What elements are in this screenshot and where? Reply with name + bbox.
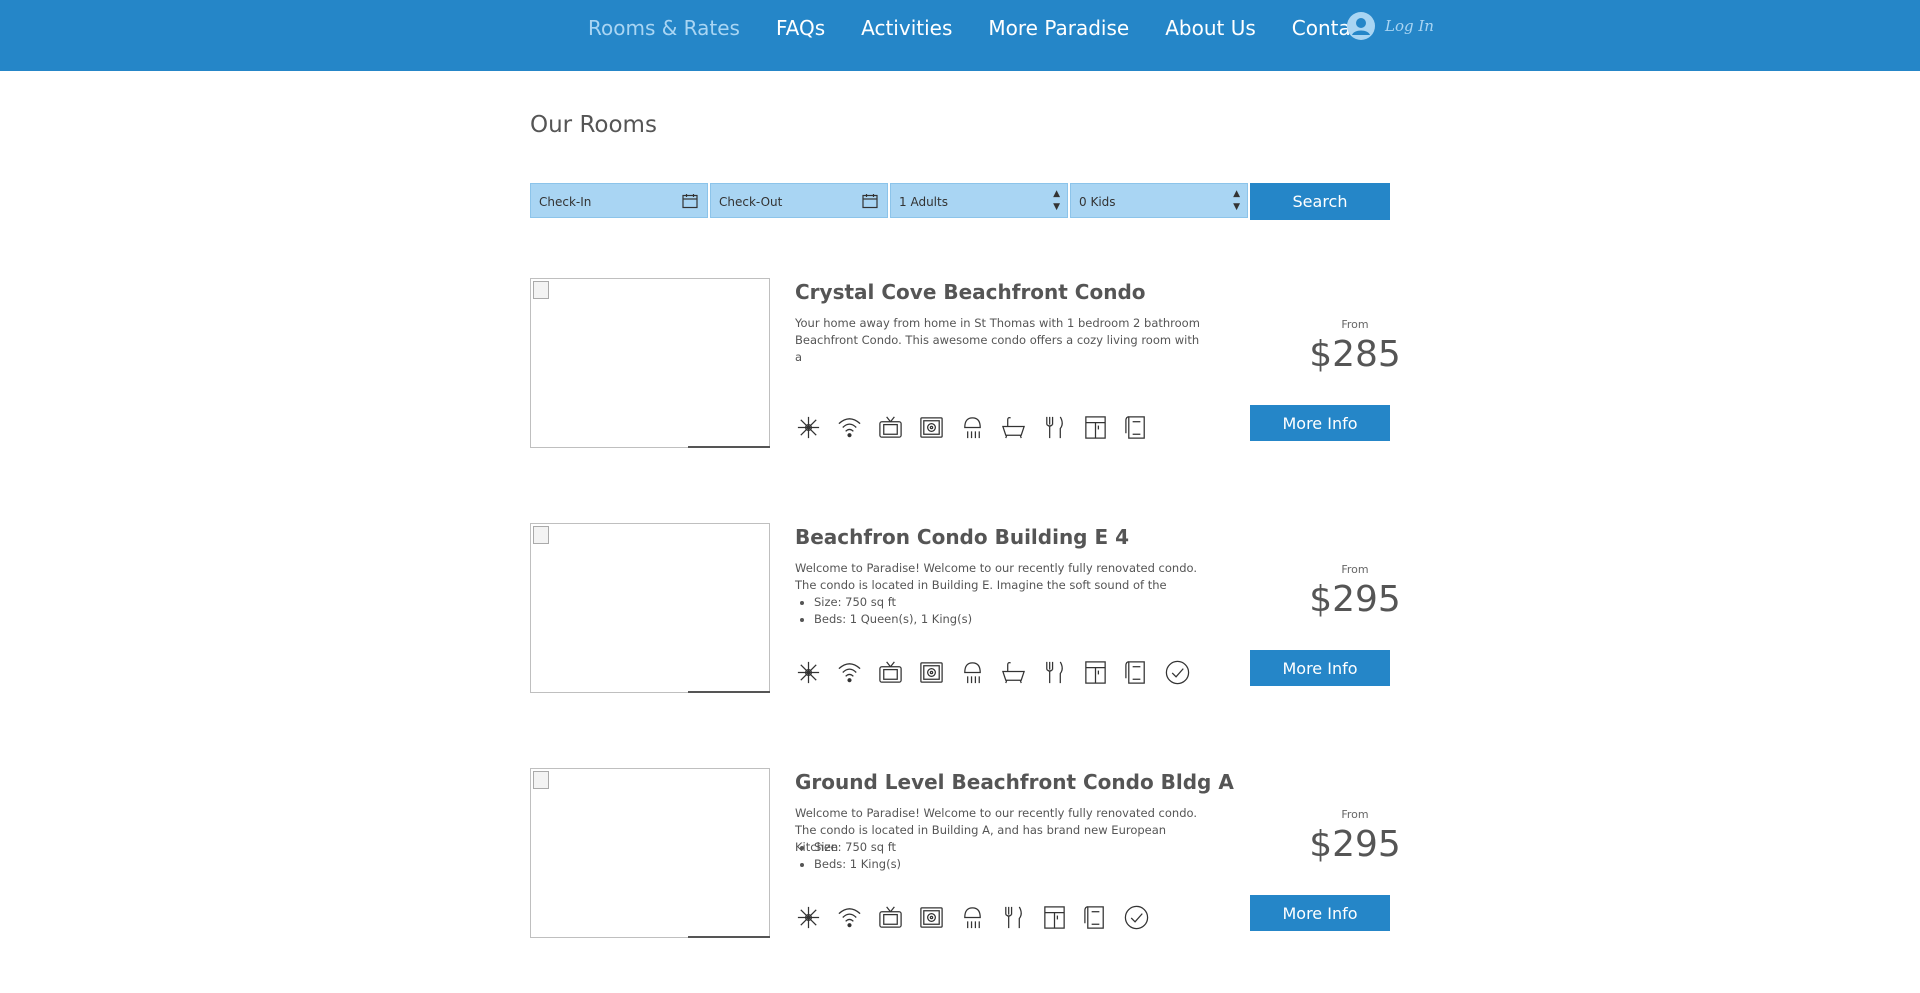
room-description: Welcome to Paradise! Welcome to our rece… [795, 561, 1197, 592]
checkmark-icon [1165, 660, 1190, 685]
image-underline [688, 446, 770, 448]
top-navigation-bar: Rooms & Rates FAQs Activities More Parad… [0, 0, 1920, 71]
amenities-list [795, 659, 1205, 686]
broken-image-icon [533, 771, 549, 789]
price-from-label: From [1341, 808, 1369, 821]
towel-icon [1125, 416, 1145, 439]
kids-stepper[interactable]: 0 Kids ▲ ▼ [1070, 183, 1248, 218]
room-details-list: Size: 750 sq ft Beds: 1 King(s) [795, 839, 901, 873]
tv-icon [879, 661, 902, 683]
checkout-label: Check-Out [719, 195, 783, 209]
image-underline [688, 936, 770, 938]
calendar-icon [682, 194, 698, 209]
room-title[interactable]: Ground Level Beachfront Condo Bldg A [795, 770, 1234, 794]
login-button[interactable]: Log In [1347, 12, 1434, 40]
room-beds: Beds: 1 Queen(s), 1 King(s) [814, 611, 972, 628]
nav-rooms-rates[interactable]: Rooms & Rates [588, 16, 740, 40]
page-title: Our Rooms [530, 112, 657, 138]
price-from-label: From [1341, 563, 1369, 576]
fridge-icon [1085, 416, 1106, 439]
checkin-label: Check-In [539, 195, 592, 209]
booking-search-bar: Check-In Check-Out 1 Adults ▲ ▼ 0 Kids ▲ ▼… [530, 183, 1390, 220]
checkout-field[interactable]: Check-Out [710, 183, 888, 218]
wifi-icon [838, 663, 861, 683]
room-price: $285 [1309, 334, 1401, 375]
adults-value: 1 Adults [899, 195, 948, 209]
fridge-icon [1044, 906, 1065, 929]
safe-icon [920, 907, 943, 928]
room-size: Size: 750 sq ft [814, 839, 901, 856]
nav-about-us[interactable]: About Us [1165, 16, 1256, 40]
user-avatar-icon [1347, 12, 1375, 40]
room-title[interactable]: Beachfron Condo Building E 4 [795, 525, 1129, 549]
room-image[interactable] [530, 768, 770, 938]
nav-faqs[interactable]: FAQs [776, 16, 825, 40]
room-card: Crystal Cove Beachfront Condo Your home … [530, 278, 1401, 450]
room-size: Size: 750 sq ft [814, 594, 972, 611]
kitchen-utensils-icon [1046, 661, 1063, 684]
safe-icon [920, 662, 943, 683]
shower-icon [964, 417, 981, 439]
more-info-button[interactable]: More Info [1250, 650, 1390, 686]
wifi-icon [838, 908, 861, 928]
search-button[interactable]: Search [1250, 183, 1390, 220]
shower-icon [964, 662, 981, 684]
spinner-arrows-icon[interactable]: ▲ ▼ [1233, 188, 1240, 214]
more-info-button[interactable]: More Info [1250, 895, 1390, 931]
towel-icon [1084, 906, 1104, 929]
adults-stepper[interactable]: 1 Adults ▲ ▼ [890, 183, 1068, 218]
price-from-label: From [1341, 318, 1369, 331]
room-card: Beachfron Condo Building E 4 Welcome to … [530, 523, 1401, 695]
more-info-button[interactable]: More Info [1250, 405, 1390, 441]
room-price: $295 [1309, 824, 1401, 865]
amenities-list [795, 414, 1164, 441]
login-label: Log In [1385, 17, 1434, 35]
kids-value: 0 Kids [1079, 195, 1116, 209]
tv-icon [879, 416, 902, 438]
checkmark-icon [1124, 905, 1149, 930]
checkin-field[interactable]: Check-In [530, 183, 708, 218]
broken-image-icon [533, 526, 549, 544]
air-conditioning-icon [797, 906, 820, 929]
bathtub-icon [1002, 661, 1025, 684]
shower-icon [964, 907, 981, 929]
air-conditioning-icon [797, 661, 820, 684]
room-image[interactable] [530, 523, 770, 693]
broken-image-icon [533, 281, 549, 299]
room-price: $295 [1309, 579, 1401, 620]
towel-icon [1125, 661, 1145, 684]
image-underline [688, 691, 770, 693]
air-conditioning-icon [797, 416, 820, 439]
safe-icon [920, 417, 943, 438]
spinner-arrows-icon[interactable]: ▲ ▼ [1053, 188, 1060, 214]
bathtub-icon [1002, 416, 1025, 439]
main-nav: Rooms & Rates FAQs Activities More Parad… [588, 14, 1406, 42]
kitchen-utensils-icon [1005, 906, 1022, 929]
kitchen-utensils-icon [1046, 416, 1063, 439]
nav-more-paradise[interactable]: More Paradise [988, 16, 1129, 40]
tv-icon [879, 906, 902, 928]
wifi-icon [838, 418, 861, 438]
room-details-list: Size: 750 sq ft Beds: 1 Queen(s), 1 King… [795, 594, 972, 628]
calendar-icon [862, 194, 878, 209]
room-title[interactable]: Crystal Cove Beachfront Condo [795, 280, 1146, 304]
fridge-icon [1085, 661, 1106, 684]
room-beds: Beds: 1 King(s) [814, 856, 901, 873]
room-description: Your home away from home in St Thomas wi… [795, 316, 1200, 364]
amenities-list [795, 904, 1164, 931]
room-image[interactable] [530, 278, 770, 448]
nav-activities[interactable]: Activities [861, 16, 952, 40]
room-card: Ground Level Beachfront Condo Bldg A Wel… [530, 768, 1401, 940]
